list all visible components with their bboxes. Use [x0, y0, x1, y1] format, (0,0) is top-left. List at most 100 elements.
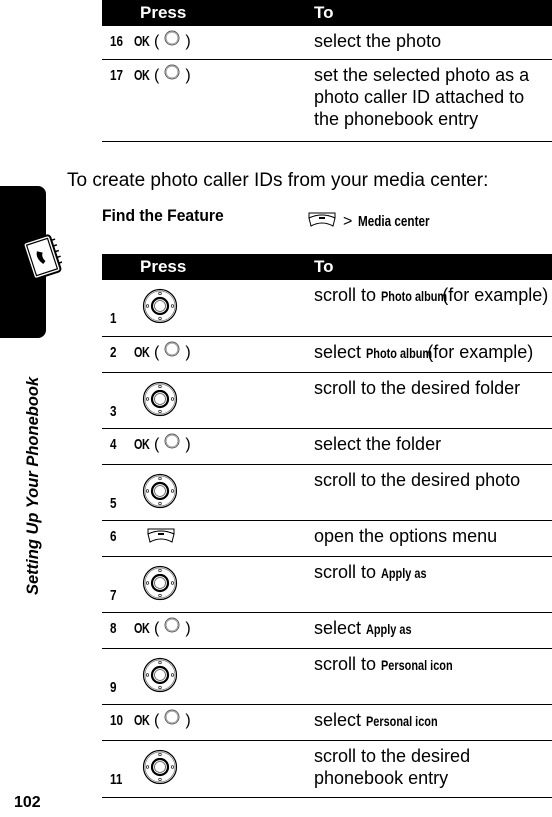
description-text: select the photo [314, 31, 442, 51]
column-header-to: To [314, 254, 552, 280]
description-text: select [314, 618, 367, 638]
ok-key-label: OK [134, 32, 150, 50]
to-cell: set the selected photo as a photo caller… [314, 59, 552, 142]
menu-key-icon [307, 208, 337, 235]
open-paren: ( [154, 619, 160, 637]
to-cell: scroll to Photo album (for example) [314, 280, 552, 337]
to-cell: scroll to Personal icon [314, 648, 552, 705]
center-select-icon [161, 341, 183, 364]
open-paren: ( [154, 435, 160, 453]
step-description: select the photo [314, 26, 552, 56]
to-cell: scroll to the desired phonebook entry [314, 740, 552, 798]
press-cell: 16 OK() [102, 26, 314, 60]
description-text: select [314, 342, 367, 362]
table-row: 16 OK() select the photo [102, 26, 552, 60]
menu-key-icon [146, 524, 176, 551]
step-number: 3 [110, 402, 117, 420]
open-paren: ( [154, 711, 160, 729]
close-paren: ) [185, 343, 191, 361]
description-text: scroll to [314, 285, 382, 305]
ok-key: OK() [134, 30, 191, 53]
path-separator: > [343, 212, 353, 230]
step-number: 7 [110, 586, 117, 604]
to-cell: scroll to the desired folder [314, 372, 552, 429]
press-cell: 11 [102, 740, 314, 798]
description-text: (for example) [437, 285, 549, 305]
steps-table-continued: Press To 16 OK() select the photo 17 OK() set… [102, 0, 552, 142]
table-row: 6 open the options menu [102, 520, 552, 557]
ok-key: OK() [134, 709, 191, 732]
press-cell: 17 OK() [102, 59, 314, 142]
press-cell: 9 [102, 648, 314, 705]
description-text: select the folder [314, 434, 442, 454]
to-cell: select Personal icon [314, 704, 552, 741]
ok-key-label: OK [134, 619, 150, 637]
step-description: scroll to the desired folder [314, 373, 552, 403]
step-description: open the options menu [314, 521, 552, 551]
press-cell: 10 OK() [102, 704, 314, 741]
page-number: 102 [14, 794, 41, 811]
table-row: 1 scroll to Photo album (for example) [102, 280, 552, 337]
description-text: select [314, 710, 367, 730]
steps-table: Press To 1 scroll to Photo album (for exa… [102, 254, 552, 798]
table-row: 5 scroll to the desired photo [102, 464, 552, 521]
description-text: scroll to [314, 562, 382, 582]
description-text: scroll to the desired phonebook entry [314, 746, 471, 788]
step-number: 5 [110, 494, 117, 512]
press-cell: 6 [102, 520, 314, 557]
description-text: open the options menu [314, 526, 498, 546]
ok-key: OK() [134, 64, 191, 87]
step-description: scroll to the desired phonebook entry [314, 741, 552, 793]
description-text: scroll to [314, 654, 382, 674]
to-cell: scroll to Apply as [314, 556, 552, 613]
press-cell: 1 [102, 280, 314, 337]
step-number: 8 [110, 620, 117, 637]
step-description: scroll to Personal icon [314, 649, 552, 680]
table-row: 3 scroll to the desired folder [102, 372, 552, 429]
ok-key: OK() [134, 341, 191, 364]
nav-key-icon [142, 381, 178, 422]
nav-key-icon [142, 657, 178, 698]
nav-key-icon [142, 749, 178, 790]
ok-key-label: OK [134, 343, 150, 361]
column-header-press: Press [102, 254, 314, 280]
table-row: 11 scroll to the desired phonebook entry [102, 740, 552, 798]
table-row: 9 scroll to Personal icon [102, 648, 552, 705]
to-cell: scroll to the desired photo [314, 464, 552, 521]
find-feature-label: Find the Feature [102, 206, 224, 225]
description-text: scroll to the desired photo [314, 470, 521, 490]
center-select-icon [161, 617, 183, 640]
menu-item-term: Photo album [366, 345, 433, 361]
table-row: 17 OK() set the selected photo as a photo … [102, 59, 552, 142]
step-description: select the folder [314, 429, 552, 459]
ok-key-label: OK [134, 711, 150, 729]
to-cell: open the options menu [314, 520, 552, 557]
intro-text: To create photo caller IDs from your med… [67, 170, 489, 191]
press-cell: 2 OK() [102, 336, 314, 373]
center-select-icon [161, 433, 183, 456]
step-description: select Photo album (for example) [314, 337, 552, 368]
close-paren: ) [185, 435, 191, 453]
step-number: 4 [110, 436, 117, 453]
table-row: 2 OK() select Photo album (for example) [102, 336, 552, 373]
close-paren: ) [185, 711, 191, 729]
to-cell: select the photo [314, 26, 552, 60]
phonebook-icon [22, 234, 62, 280]
step-number: 16 [110, 33, 124, 50]
press-cell: 7 [102, 556, 314, 613]
table-row: 4 OK() select the folder [102, 428, 552, 465]
nav-key-icon [142, 288, 178, 329]
table-row: 10 OK() select Personal icon [102, 704, 552, 741]
step-number: 2 [110, 344, 117, 361]
menu-item-term: Apply as [381, 565, 427, 581]
ok-key: OK() [134, 617, 191, 640]
step-description: set the selected photo as a photo caller… [314, 60, 552, 134]
open-paren: ( [154, 32, 160, 50]
step-number: 6 [110, 528, 117, 545]
menu-item-media-center: Media center [358, 213, 430, 230]
press-cell: 4 OK() [102, 428, 314, 465]
step-description: select Apply as [314, 613, 552, 644]
ok-key-label: OK [134, 435, 150, 453]
close-paren: ) [185, 32, 191, 50]
step-number: 11 [110, 771, 123, 788]
